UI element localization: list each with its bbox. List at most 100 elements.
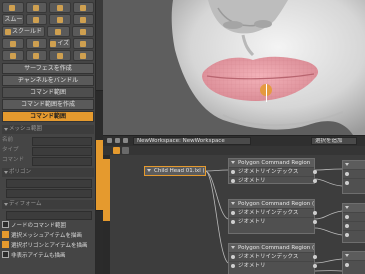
node-port[interactable]: ジオメトリインデックス xyxy=(229,167,317,176)
tool-icon xyxy=(55,28,62,35)
check-node-command-region[interactable]: ノードのコマンド範囲 xyxy=(2,221,94,230)
tool-icon xyxy=(9,40,16,47)
toolbar-icon[interactable] xyxy=(122,147,129,154)
section-header-mesh-region[interactable]: メッシュ範囲 xyxy=(2,125,94,134)
tool-button[interactable] xyxy=(47,26,70,37)
vertical-tab-strip xyxy=(96,0,103,274)
tool-button[interactable] xyxy=(25,50,47,61)
section-header-polygon[interactable]: ポリゴン xyxy=(2,168,94,177)
polygon-value[interactable] xyxy=(6,189,92,198)
polygon-field-row xyxy=(2,188,94,198)
checkbox[interactable] xyxy=(2,251,9,258)
strip-tab[interactable] xyxy=(96,30,103,61)
name-input[interactable] xyxy=(32,137,92,146)
tool-icon xyxy=(56,4,63,11)
checkbox[interactable] xyxy=(2,241,9,248)
tool-row-2: スムース xyxy=(2,14,94,25)
create-command-region-button[interactable]: コマンド範囲を作成 xyxy=(2,99,94,110)
face-render xyxy=(103,0,365,135)
node-port[interactable]: ジオメトリインデックス xyxy=(229,252,317,261)
bundle-channels-button[interactable]: ヂャンネルをバンドル xyxy=(2,75,94,86)
source-mesh-node[interactable]: Child Head 01.lxl (2) xyxy=(144,166,206,176)
node-port[interactable] xyxy=(343,221,365,230)
tool-icon xyxy=(80,4,87,11)
command-field-row: コマンド xyxy=(2,156,94,166)
tool-icon xyxy=(33,4,40,11)
tool-button[interactable] xyxy=(2,38,24,49)
check-draw-selected-polygons[interactable]: 選択ポリゴンとアイテムを描画 xyxy=(2,241,94,250)
noise-button[interactable]: イズ xyxy=(49,38,71,49)
target-node[interactable] xyxy=(342,203,365,243)
tool-row-4: イズ xyxy=(2,38,94,49)
node-port[interactable] xyxy=(343,230,365,239)
node-port[interactable]: ジオメトリ xyxy=(229,217,317,226)
tool-button[interactable] xyxy=(49,14,71,25)
node-graph-canvas[interactable]: Child Head 01.lxl (2) Polygon Command Re… xyxy=(110,155,365,274)
tool-button[interactable] xyxy=(72,2,94,13)
node-port[interactable] xyxy=(343,178,365,187)
command-input[interactable] xyxy=(32,157,92,166)
tool-button[interactable] xyxy=(2,2,24,13)
tool-button[interactable] xyxy=(49,50,71,61)
side-tab-active[interactable] xyxy=(103,159,110,221)
smooth-icon xyxy=(2,16,4,23)
menu-icon[interactable] xyxy=(123,138,128,143)
tool-icon xyxy=(33,52,40,59)
checkbox[interactable] xyxy=(2,231,9,238)
section-header-deform[interactable]: ディフォーム xyxy=(2,200,94,209)
polygon-command-region-node[interactable]: Polygon Command Region (3) ジオメトリインデックス ジ… xyxy=(228,243,317,274)
node-port[interactable] xyxy=(343,212,365,221)
node-title: Child Head 01.lxl (2) xyxy=(145,167,205,175)
tool-button[interactable] xyxy=(2,50,24,61)
node-port[interactable]: ジオメトリインデックス xyxy=(229,208,317,217)
deform-field-row xyxy=(2,210,94,220)
deform-value[interactable] xyxy=(6,211,92,220)
tool-icon xyxy=(9,4,16,11)
create-surface-button[interactable]: サーフェスを作成 xyxy=(2,63,94,74)
strip-tab-active[interactable] xyxy=(96,140,103,211)
node-port[interactable]: ジオメトリ xyxy=(229,261,317,270)
node-editor-toolbar xyxy=(103,146,365,155)
strip-tab[interactable] xyxy=(96,60,103,91)
tool-button[interactable] xyxy=(25,2,47,13)
tool-button[interactable] xyxy=(72,38,94,49)
node-port[interactable] xyxy=(343,169,365,178)
workspace-selector[interactable]: NewWorkspace: NewWorkspace xyxy=(133,137,251,145)
smooth-button[interactable]: スムース xyxy=(2,14,24,25)
command-region-active-button[interactable]: コマンド範囲 xyxy=(2,111,94,122)
tool-icon xyxy=(56,16,63,23)
node-port[interactable] xyxy=(343,260,365,269)
3d-viewport[interactable] xyxy=(103,0,365,135)
strip-tab[interactable] xyxy=(96,0,103,31)
node-editor: NewWorkspace: NewWorkspace 選択を追加 Child H… xyxy=(103,135,365,274)
tool-button[interactable] xyxy=(25,14,47,25)
tool-button[interactable] xyxy=(72,50,94,61)
polygon-value[interactable] xyxy=(6,179,92,188)
tool-button[interactable] xyxy=(72,14,94,25)
toolbar-icon[interactable] xyxy=(113,147,120,154)
target-node[interactable] xyxy=(342,251,365,274)
type-field-row: タイプ xyxy=(2,146,94,156)
target-node[interactable] xyxy=(342,160,365,194)
name-field-row: 名前 xyxy=(2,136,94,146)
command-region-button[interactable]: コマンド範囲 xyxy=(2,87,94,98)
polygon-command-region-node[interactable]: Polygon Command Region ジオメトリインデックス ジオメトリ xyxy=(228,158,317,185)
type-select[interactable] xyxy=(32,147,92,156)
scale-button[interactable]: スクールド xyxy=(2,26,45,37)
node-editor-header: NewWorkspace: NewWorkspace 選択を追加 xyxy=(103,136,365,146)
tool-icon xyxy=(79,28,86,35)
tool-icon xyxy=(80,40,87,47)
menu-icon[interactable] xyxy=(107,138,112,143)
polygon-command-region-node[interactable]: Polygon Command Region (2) ジオメトリインデックス ジ… xyxy=(228,199,317,234)
check-draw-selected-mesh[interactable]: 選択メッシュアイテムを描画 xyxy=(2,231,94,240)
add-selection-button[interactable]: 選択を追加 xyxy=(311,137,357,145)
checkbox[interactable] xyxy=(2,221,9,228)
tool-row-3: スクールド xyxy=(2,26,94,37)
node-title: Polygon Command Region (2) xyxy=(229,200,314,208)
check-draw-hidden-items[interactable]: 非表示アイテムも描画 xyxy=(2,251,94,260)
tool-button[interactable] xyxy=(25,38,47,49)
tool-button[interactable] xyxy=(49,2,71,13)
node-port[interactable]: ジオメトリ xyxy=(229,176,317,185)
tool-button[interactable] xyxy=(71,26,94,37)
menu-icon[interactable] xyxy=(115,138,120,143)
